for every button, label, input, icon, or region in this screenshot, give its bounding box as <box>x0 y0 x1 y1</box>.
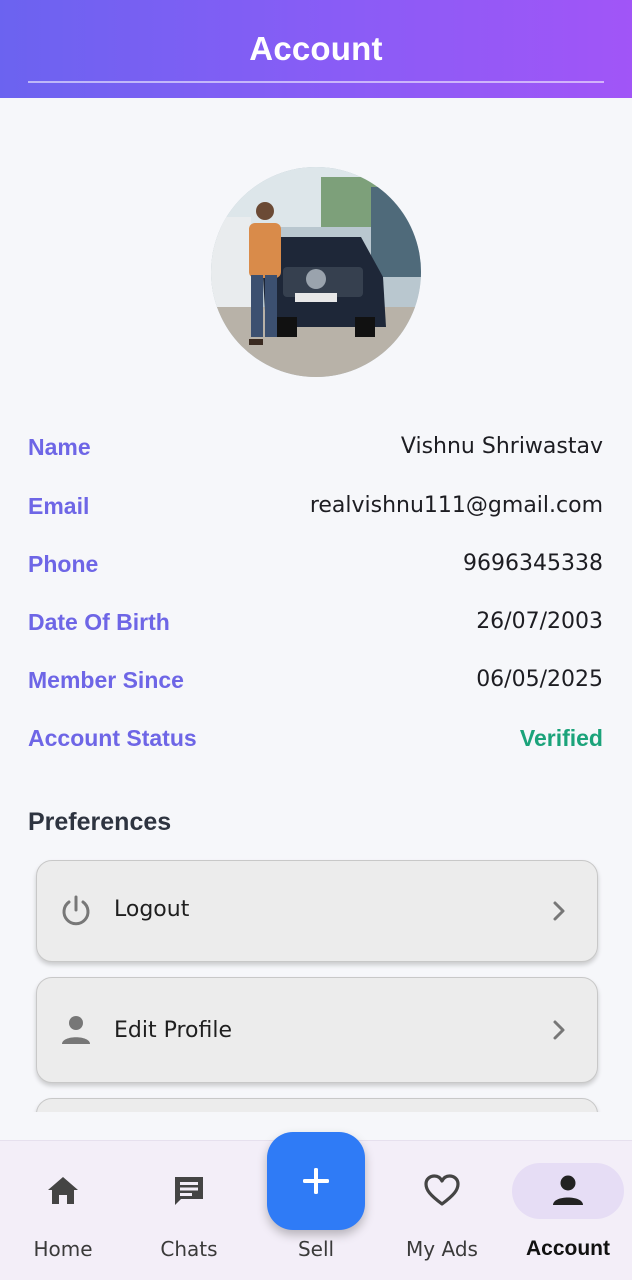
nav-sell-label: Sell <box>297 1237 335 1261</box>
chat-icon <box>175 1177 203 1205</box>
edit-profile-label: Edit Profile <box>114 1018 233 1043</box>
dob-row: Date Of Birth 26/07/2003 <box>28 601 603 641</box>
chevron-right-icon <box>553 1020 565 1040</box>
name-row: Name Vishnu Shriwastav <box>28 426 603 466</box>
name-label: Name <box>28 434 91 460</box>
nav-my-ads-label: My Ads <box>406 1237 478 1261</box>
heart-icon <box>424 1174 460 1206</box>
edit-profile-button[interactable]: Edit Profile <box>36 977 598 1083</box>
logout-label: Logout <box>114 897 190 922</box>
power-icon <box>62 895 90 926</box>
sell-fab-button[interactable] <box>267 1132 365 1230</box>
preferences-heading: Preferences <box>28 808 172 836</box>
nav-account[interactable]: Account <box>513 1141 623 1280</box>
person-icon <box>62 1016 90 1044</box>
logout-button[interactable]: Logout <box>36 860 598 962</box>
account-status-label: Account Status <box>28 725 197 751</box>
nav-home-label: Home <box>33 1237 93 1261</box>
nav-my-ads[interactable]: My Ads <box>387 1141 497 1280</box>
phone-row: Phone 9696345338 <box>28 543 603 583</box>
nav-chats[interactable]: Chats <box>134 1141 244 1280</box>
member-since-row: Member Since 06/05/2025 <box>28 659 603 699</box>
account-status-row: Account Status Verified <box>28 717 603 757</box>
preferences-list: Logout Edit Profile <box>0 850 632 1112</box>
chevron-right-icon <box>553 901 565 921</box>
app-header: Account <box>0 0 632 98</box>
nav-account-label: Account <box>526 1237 610 1260</box>
email-label: Email <box>28 493 90 519</box>
nav-chats-label: Chats <box>160 1237 218 1261</box>
email-row: Email realvishnu111@gmail.com <box>28 485 603 525</box>
profile-avatar[interactable] <box>211 167 421 377</box>
person-icon <box>553 1175 583 1205</box>
phone-value: 9696345338 <box>463 551 603 576</box>
home-icon <box>48 1177 78 1204</box>
page-title: Account <box>249 30 383 67</box>
account-status-badge: Verified <box>519 725 603 751</box>
header-divider <box>28 81 604 83</box>
preference-item-partial[interactable] <box>36 1098 598 1112</box>
name-value: Vishnu Shriwastav <box>400 434 603 459</box>
member-since-label: Member Since <box>28 667 184 693</box>
phone-label: Phone <box>28 551 99 577</box>
email-value: realvishnu111@gmail.com <box>309 493 603 518</box>
plus-icon <box>303 1168 329 1194</box>
account-screen: Account Name Vishnu Shriwastav Email rea… <box>0 0 632 1280</box>
nav-home[interactable]: Home <box>8 1141 118 1280</box>
member-since-value: 06/05/2025 <box>476 667 603 692</box>
dob-label: Date Of Birth <box>28 609 170 635</box>
dob-value: 26/07/2003 <box>476 609 603 634</box>
